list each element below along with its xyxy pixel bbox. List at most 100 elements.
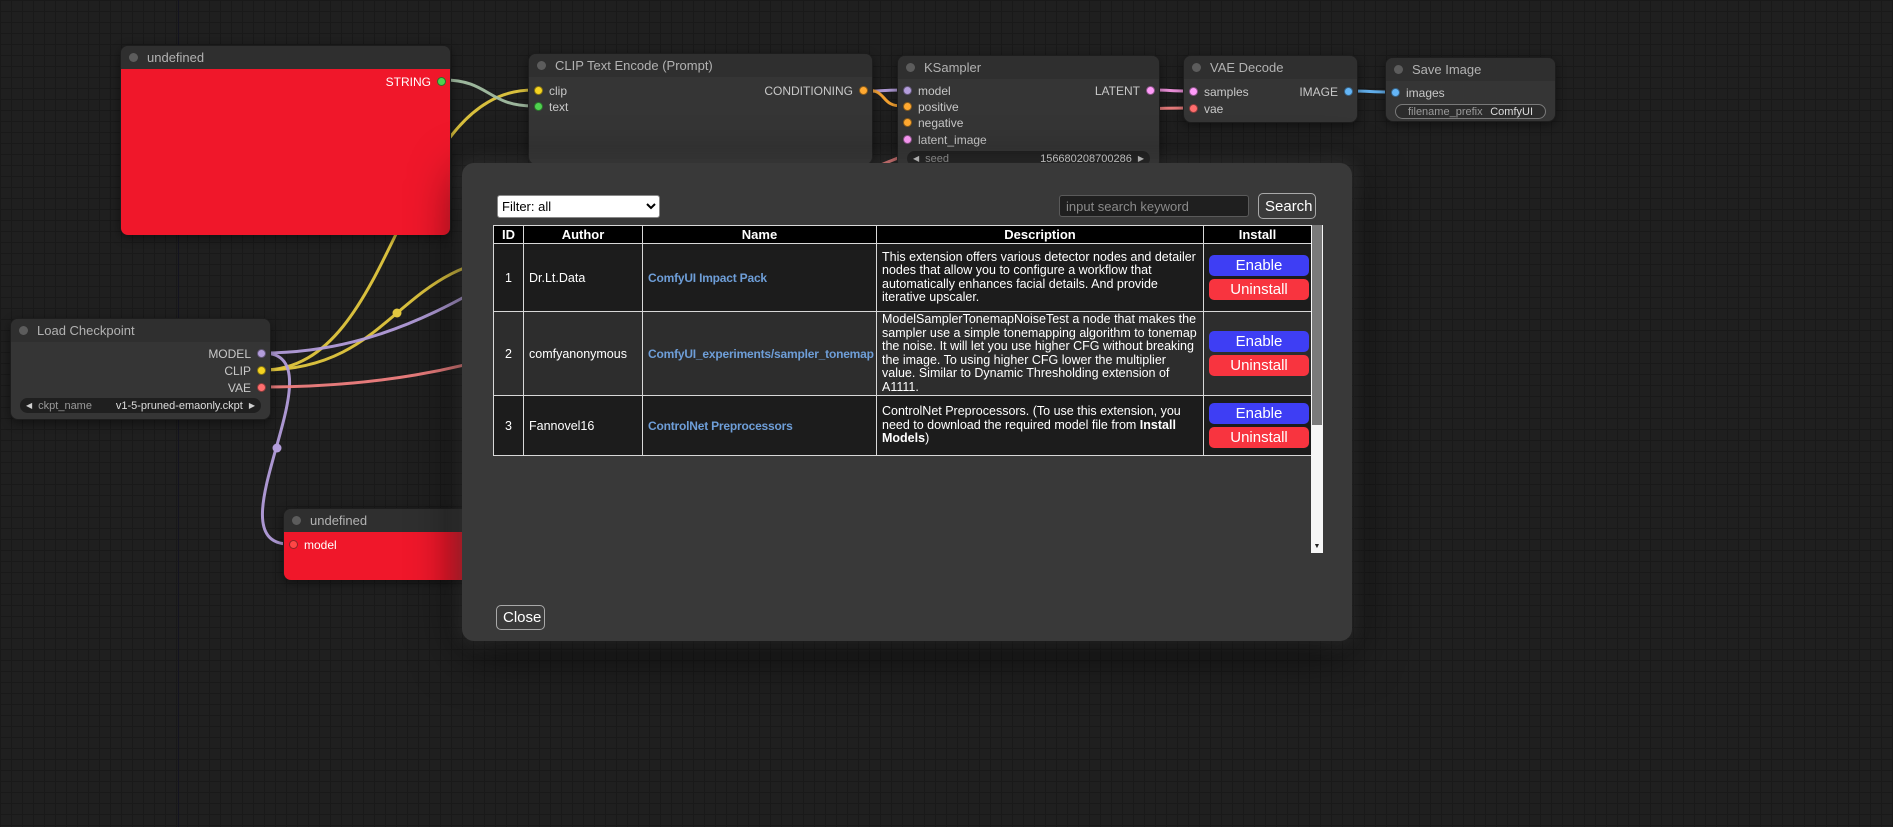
increment-arrow-icon[interactable]: ▶	[1138, 154, 1144, 163]
input-label: text	[549, 100, 568, 114]
link-midpoint-dot-model[interactable]	[273, 444, 282, 453]
graph-canvas[interactable]: undefined STRING CLIP Text Encode (Promp…	[0, 0, 1893, 827]
search-button[interactable]: Search	[1258, 193, 1316, 219]
table-header-row: ID Author Name Description Install	[494, 226, 1312, 244]
node-title: VAE Decode	[1210, 60, 1283, 75]
node-title-bar[interactable]: Load Checkpoint	[11, 319, 270, 342]
node-title-bar[interactable]: undefined	[284, 509, 477, 532]
node-undefined-top[interactable]: undefined STRING	[120, 45, 451, 235]
table-row: 2 comfyanonymous ComfyUI_experiments/sam…	[494, 312, 1312, 396]
extension-link[interactable]: ControlNet Preprocessors	[648, 419, 793, 433]
output-slot-clip[interactable]	[257, 366, 266, 375]
output-label: VAE	[228, 381, 251, 395]
scrollbar-thumb[interactable]	[1312, 225, 1322, 425]
cell-id: 2	[494, 312, 524, 396]
node-title: Save Image	[1412, 62, 1481, 77]
output-label: LATENT	[1095, 84, 1140, 98]
node-undefined-bottom[interactable]: undefined model	[283, 508, 478, 580]
node-vae-decode[interactable]: VAE Decode samples vae IMAGE	[1183, 55, 1358, 123]
cell-install: Enable Uninstall	[1204, 396, 1312, 456]
input-label: latent_image	[918, 133, 987, 147]
output-slot-image[interactable]	[1344, 87, 1353, 96]
increment-arrow-icon[interactable]: ▶	[249, 401, 255, 410]
link-midpoint-dot-clip[interactable]	[393, 309, 402, 318]
close-button[interactable]: Close	[496, 605, 545, 630]
error-node-body: STRING	[121, 69, 450, 235]
cell-install: Enable Uninstall	[1204, 312, 1312, 396]
output-slot-model[interactable]	[257, 349, 266, 358]
input-slot-negative[interactable]	[903, 118, 912, 127]
table-row: 3 Fannovel16 ControlNet Preprocessors Co…	[494, 396, 1312, 456]
node-title: KSampler	[924, 60, 981, 75]
extension-link[interactable]: ComfyUI Impact Pack	[648, 271, 767, 285]
input-slot-model[interactable]	[289, 540, 298, 549]
node-title: undefined	[310, 513, 367, 528]
scroll-down-icon[interactable]: ▼	[1311, 541, 1323, 553]
node-title: CLIP Text Encode (Prompt)	[555, 58, 713, 73]
collapse-dot-icon[interactable]	[19, 326, 28, 335]
widget-value: ComfyUI	[1490, 106, 1533, 118]
output-slot-conditioning[interactable]	[859, 86, 868, 95]
input-label: negative	[918, 116, 963, 130]
input-slot-images[interactable]	[1391, 88, 1400, 97]
filename-prefix-widget[interactable]: filename_prefix ComfyUI	[1395, 104, 1546, 119]
node-save-image[interactable]: Save Image images filename_prefix ComfyU…	[1385, 57, 1556, 122]
decrement-arrow-icon[interactable]: ◀	[26, 401, 32, 410]
node-load-checkpoint[interactable]: Load Checkpoint MODEL CLIP VAE ◀ ckpt_na…	[10, 318, 271, 420]
node-title-bar[interactable]: KSampler	[898, 56, 1159, 79]
header-author: Author	[524, 226, 643, 244]
extension-link[interactable]: ComfyUI_experiments/sampler_tonemap	[648, 347, 874, 361]
input-slot-text[interactable]	[534, 102, 543, 111]
cell-description: This extension offers various detector n…	[877, 244, 1204, 312]
node-title-bar[interactable]: VAE Decode	[1184, 56, 1357, 79]
uninstall-button[interactable]: Uninstall	[1209, 279, 1309, 300]
widget-label: filename_prefix	[1408, 106, 1483, 118]
collapse-dot-icon[interactable]	[129, 53, 138, 62]
enable-button[interactable]: Enable	[1209, 331, 1309, 352]
scrollbar[interactable]: ▼	[1311, 225, 1323, 553]
output-label: MODEL	[208, 347, 251, 361]
cell-description: ModelSamplerTonemapNoiseTest a node that…	[877, 312, 1204, 396]
header-description: Description	[877, 226, 1204, 244]
input-slot-latent-image[interactable]	[903, 135, 912, 144]
widget-label: ckpt_name	[38, 400, 92, 412]
input-label: images	[1406, 86, 1445, 100]
node-ksampler[interactable]: KSampler model positive negative latent_…	[897, 55, 1160, 169]
link-string-to-text[interactable]	[444, 80, 533, 106]
collapse-dot-icon[interactable]	[1192, 63, 1201, 72]
collapse-dot-icon[interactable]	[292, 516, 301, 525]
enable-button[interactable]: Enable	[1209, 255, 1309, 276]
cell-id: 1	[494, 244, 524, 312]
node-title-bar[interactable]: Save Image	[1386, 58, 1555, 81]
filter-select[interactable]: Filter: all	[497, 195, 660, 218]
node-clip-text-encode[interactable]: CLIP Text Encode (Prompt) clip text COND…	[528, 53, 873, 165]
header-install: Install	[1204, 226, 1312, 244]
decrement-arrow-icon[interactable]: ◀	[913, 154, 919, 163]
collapse-dot-icon[interactable]	[1394, 65, 1403, 74]
cell-description: ControlNet Preprocessors. (To use this e…	[877, 396, 1204, 456]
enable-button[interactable]: Enable	[1209, 403, 1309, 424]
cell-id: 3	[494, 396, 524, 456]
collapse-dot-icon[interactable]	[906, 63, 915, 72]
output-slot-string[interactable]	[437, 77, 446, 86]
search-input[interactable]	[1059, 195, 1249, 217]
extension-table-container: ID Author Name Description Install 1 Dr.…	[493, 225, 1323, 553]
ckpt-name-widget[interactable]: ◀ ckpt_name v1-5-pruned-emaonly.ckpt ▶	[20, 398, 261, 413]
cell-name: ComfyUI_experiments/sampler_tonemap	[643, 312, 877, 396]
node-title-bar[interactable]: CLIP Text Encode (Prompt)	[529, 54, 872, 77]
uninstall-button[interactable]: Uninstall	[1209, 427, 1309, 448]
input-label: vae	[1204, 102, 1223, 116]
output-slot-vae[interactable]	[257, 383, 266, 392]
node-title-bar[interactable]: undefined	[121, 46, 450, 69]
table-row: 1 Dr.Lt.Data ComfyUI Impact Pack This ex…	[494, 244, 1312, 312]
input-slot-positive[interactable]	[903, 102, 912, 111]
input-slot-vae[interactable]	[1189, 104, 1198, 113]
cell-install: Enable Uninstall	[1204, 244, 1312, 312]
output-slot-latent[interactable]	[1146, 86, 1155, 95]
node-title: Load Checkpoint	[37, 323, 135, 338]
uninstall-button[interactable]: Uninstall	[1209, 355, 1309, 376]
output-label: IMAGE	[1299, 85, 1338, 99]
header-id: ID	[494, 226, 524, 244]
collapse-dot-icon[interactable]	[537, 61, 546, 70]
cell-author: comfyanonymous	[524, 312, 643, 396]
